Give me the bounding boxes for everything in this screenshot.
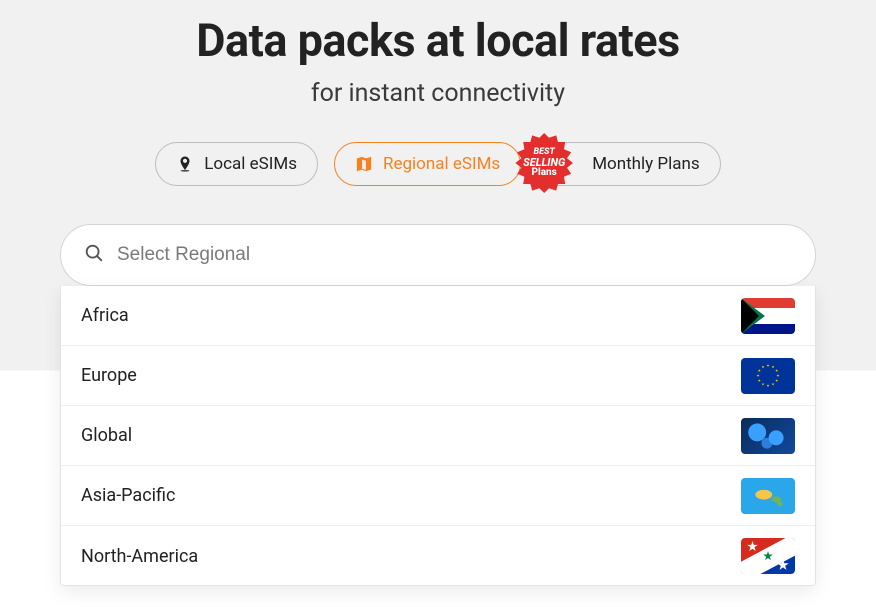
map-pin-icon bbox=[176, 155, 194, 173]
tab-local-esims[interactable]: Local eSIMs bbox=[155, 142, 318, 186]
flag-asia-pacific-icon bbox=[741, 478, 795, 514]
region-label: Asia-Pacific bbox=[81, 485, 175, 506]
region-option-asia-pacific[interactable]: Asia-Pacific bbox=[61, 466, 815, 526]
region-label: Global bbox=[81, 425, 132, 446]
region-option-europe[interactable]: Europe bbox=[61, 346, 815, 406]
region-label: North-America bbox=[81, 546, 198, 567]
tab-row: Local eSIMs Regional eSIMs BEST SELLING … bbox=[155, 142, 720, 186]
region-option-africa[interactable]: Africa bbox=[61, 286, 815, 346]
search-input[interactable] bbox=[117, 244, 793, 266]
region-label: Africa bbox=[81, 305, 129, 326]
page-subtitle: for instant connectivity bbox=[311, 79, 565, 108]
region-label: Europe bbox=[81, 365, 137, 386]
tab-monthly-plans[interactable]: BEST SELLING Plans Monthly Plans bbox=[537, 142, 721, 186]
region-dropdown[interactable]: Africa Europe Global Asia-Pacific bbox=[60, 286, 816, 586]
page-container: Data packs at local rates for instant co… bbox=[0, 0, 876, 286]
map-icon bbox=[355, 155, 373, 173]
tab-label: Regional eSIMs bbox=[383, 154, 500, 174]
tab-label: Monthly Plans bbox=[592, 154, 700, 174]
search-box[interactable] bbox=[60, 224, 816, 286]
flag-north-america-icon bbox=[741, 538, 795, 574]
search-wrap: Africa Europe Global Asia-Pacific bbox=[60, 224, 816, 286]
badge-line3: Plans bbox=[532, 168, 557, 178]
region-option-north-america[interactable]: North-America bbox=[61, 526, 815, 586]
best-selling-badge: BEST SELLING Plans bbox=[514, 133, 574, 193]
tab-label: Local eSIMs bbox=[204, 154, 297, 174]
search-icon bbox=[83, 242, 105, 268]
flag-south-africa-icon bbox=[741, 298, 795, 334]
region-option-global[interactable]: Global bbox=[61, 406, 815, 466]
flag-global-icon bbox=[741, 418, 795, 454]
tab-regional-esims[interactable]: Regional eSIMs bbox=[334, 142, 521, 186]
page-title: Data packs at local rates bbox=[196, 14, 679, 67]
flag-eu-icon bbox=[741, 358, 795, 394]
